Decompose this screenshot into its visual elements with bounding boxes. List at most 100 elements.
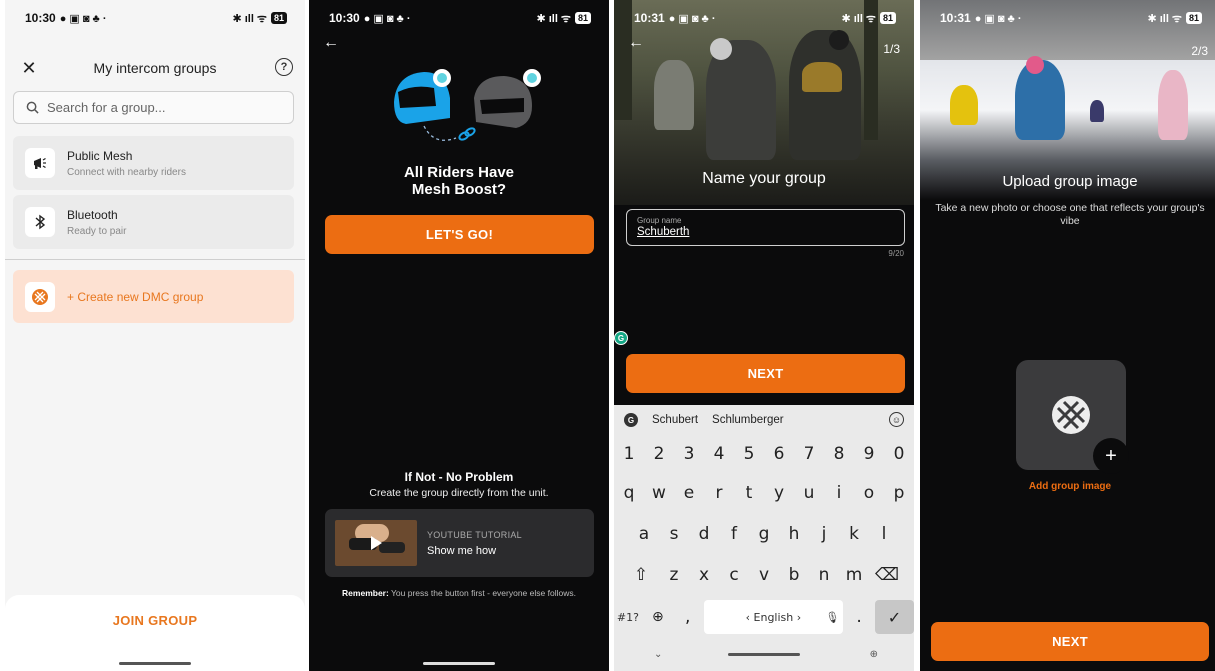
key[interactable]: 4 <box>704 439 734 469</box>
keyboard-row-1: q w e r t y u i o p <box>614 478 914 508</box>
notification-icons: ● ▣ ◙ ♣ · <box>363 12 411 25</box>
backspace-icon[interactable]: ⌫ <box>869 560 905 590</box>
hide-keyboard-icon[interactable]: ⌄ <box>654 649 662 660</box>
add-image-plus-icon[interactable]: + <box>1093 438 1129 474</box>
status-bar: 10:30 ● ▣ ◙ ♣ · ✱ ıll ᯤ 81 <box>5 0 305 36</box>
key[interactable]: z <box>659 560 689 590</box>
key[interactable]: a <box>629 519 659 549</box>
step-indicator: 2/3 <box>1191 44 1208 58</box>
key[interactable]: 7 <box>794 439 824 469</box>
suggestion-2[interactable]: Schlumberger <box>712 414 784 426</box>
title-line-1: All Riders Have <box>403 164 515 181</box>
char-counter: 9/20 <box>888 249 904 258</box>
key[interactable]: 1 <box>614 439 644 469</box>
search-input[interactable] <box>47 100 267 115</box>
key[interactable]: 9 <box>854 439 884 469</box>
keyboard-globe-icon[interactable]: ⊕ <box>870 649 878 660</box>
key[interactable]: y <box>764 478 794 508</box>
key[interactable]: o <box>854 478 884 508</box>
key[interactable]: v <box>749 560 779 590</box>
key[interactable]: x <box>689 560 719 590</box>
key[interactable]: 5 <box>734 439 764 469</box>
key[interactable]: s <box>659 519 689 549</box>
key[interactable]: r <box>704 478 734 508</box>
join-group-button[interactable]: JOIN GROUP <box>5 613 305 628</box>
key[interactable]: 6 <box>764 439 794 469</box>
key[interactable]: 8 <box>824 439 854 469</box>
space-label: ‹ English › <box>745 610 802 624</box>
symbols-key[interactable]: #1? <box>614 602 642 632</box>
key[interactable]: b <box>779 560 809 590</box>
search-box[interactable] <box>13 91 294 124</box>
status-time: 10:31 <box>940 11 971 25</box>
home-indicator[interactable] <box>423 662 495 665</box>
key[interactable]: p <box>884 478 914 508</box>
emoji-icon[interactable]: ☺ <box>889 412 904 427</box>
key[interactable]: w <box>644 478 674 508</box>
home-indicator[interactable] <box>728 653 800 656</box>
key[interactable]: k <box>839 519 869 549</box>
key[interactable]: 3 <box>674 439 704 469</box>
status-bar: 10:31 ● ▣ ◙ ♣ · ✱ ıll ᯤ 81 <box>920 0 1215 36</box>
comma-key[interactable]: , <box>674 602 702 632</box>
key[interactable]: c <box>719 560 749 590</box>
enter-key-check-icon[interactable]: ✓ <box>874 600 914 634</box>
grammarly-icon[interactable]: G <box>624 413 638 427</box>
tutorial-kicker: YOUTUBE TUTORIAL <box>427 529 522 540</box>
youtube-tutorial-card[interactable]: YOUTUBE TUTORIAL Show me how <box>325 509 594 577</box>
key[interactable]: u <box>794 478 824 508</box>
key[interactable]: j <box>809 519 839 549</box>
battery-icon: 81 <box>270 12 287 24</box>
globe-icon[interactable]: ⊕ <box>644 602 672 632</box>
group-item-title: Bluetooth <box>67 207 118 222</box>
key[interactable]: n <box>809 560 839 590</box>
back-arrow-icon[interactable]: ← <box>323 34 339 52</box>
key[interactable]: q <box>614 478 644 508</box>
dmc-logo-icon <box>1052 396 1090 434</box>
key[interactable]: 0 <box>884 439 914 469</box>
tutorial-thumbnail <box>335 520 417 566</box>
mesh-boost-title: All Riders Have Mesh Boost? <box>309 164 609 198</box>
name-group-title: Name your group <box>702 170 826 187</box>
key[interactable]: g <box>749 519 779 549</box>
battery-icon: 81 <box>574 12 591 24</box>
grammarly-icon[interactable]: G <box>614 331 628 345</box>
keyboard-nav-bar: ⌄ ⊕ <box>614 649 914 663</box>
group-item-bluetooth[interactable]: Bluetooth Ready to pair <box>13 195 294 249</box>
space-key[interactable]: ‹ English › 🎙 <box>703 600 844 634</box>
key[interactable]: d <box>689 519 719 549</box>
key[interactable]: m <box>839 560 869 590</box>
key[interactable]: t <box>734 478 764 508</box>
keyboard-row-2: a s d f g h j k l <box>614 519 914 549</box>
mic-icon[interactable]: 🎙 <box>825 611 839 624</box>
play-icon <box>371 536 382 550</box>
back-arrow-icon[interactable]: ← <box>628 34 644 52</box>
search-icon <box>26 101 39 114</box>
next-button[interactable]: NEXT <box>626 354 905 393</box>
group-name-value[interactable]: Schuberth <box>637 226 894 238</box>
page-title: My intercom groups <box>93 60 217 76</box>
add-group-image-link[interactable]: Add group image <box>920 481 1215 492</box>
key[interactable]: i <box>824 478 854 508</box>
group-item-subtitle: Connect with nearby riders <box>67 166 186 178</box>
key[interactable]: e <box>674 478 704 508</box>
shift-icon[interactable]: ⇧ <box>623 560 659 590</box>
screen-mesh-boost: 10:30 ● ▣ ◙ ♣ · ✱ ıll ᯤ 81 ← All Riders … <box>309 0 609 671</box>
helmets-illustration <box>394 69 541 141</box>
home-indicator[interactable] <box>119 662 191 665</box>
help-icon[interactable]: ? <box>275 58 293 76</box>
group-item-public-mesh[interactable]: Public Mesh Connect with nearby riders <box>13 136 294 190</box>
keyboard-row-bottom: #1? ⊕ , ‹ English › 🎙 . ✓ <box>614 600 914 634</box>
lets-go-button[interactable]: LET'S GO! <box>325 215 594 254</box>
group-name-field[interactable]: Group name Schuberth <box>626 209 905 246</box>
period-key[interactable]: . <box>845 602 873 632</box>
key[interactable]: f <box>719 519 749 549</box>
create-group-button[interactable]: + Create new DMC group <box>13 270 294 323</box>
suggestion-1[interactable]: Schubert <box>652 414 698 426</box>
remember-text: You press the button first - everyone el… <box>391 588 576 598</box>
key[interactable]: 2 <box>644 439 674 469</box>
next-button[interactable]: NEXT <box>931 622 1209 661</box>
group-item-title: Public Mesh <box>67 148 133 163</box>
key[interactable]: h <box>779 519 809 549</box>
key[interactable]: l <box>869 519 899 549</box>
